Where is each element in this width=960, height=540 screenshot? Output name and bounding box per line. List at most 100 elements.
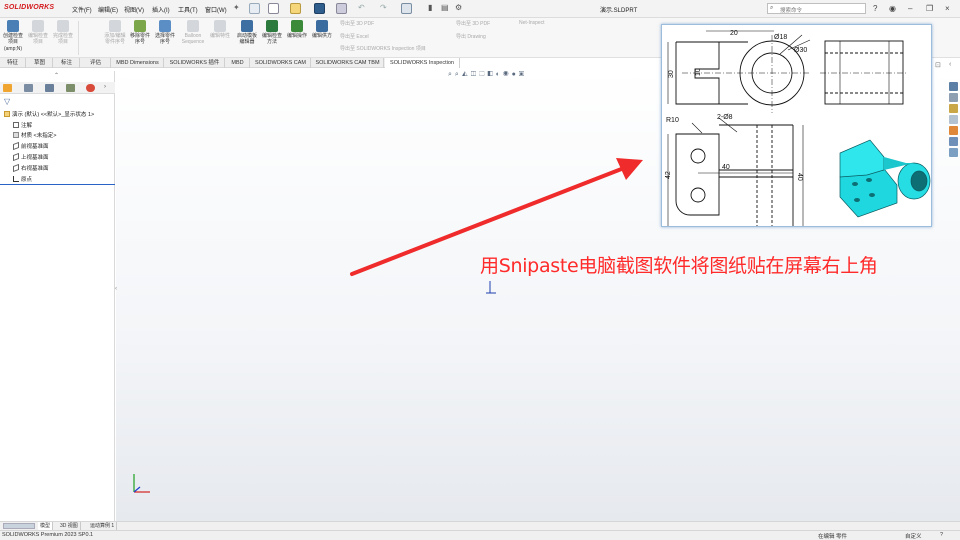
tree-item-right-plane[interactable]: 右视基准面 [13,163,49,173]
panel-splitter-icon[interactable]: ‹ [115,286,117,292]
edit-operation-button[interactable]: 编辑操作 [286,20,308,39]
tree-item-material[interactable]: 材质 <未指定> [13,131,56,139]
previous-view-icon[interactable]: ◭ [462,71,471,78]
collapse-arrow-icon[interactable]: ⌃ [54,72,59,79]
tree-item-annotations[interactable]: 注解 [13,121,32,129]
hide-show-icon[interactable]: ◉ [503,71,512,78]
filter-icon[interactable]: ▽ [4,97,10,106]
finish-inspection-project-button[interactable]: 完成检查项目 [52,20,74,45]
tab-solidworks-addins[interactable]: SOLIDWORKS 插件 [165,58,225,68]
edit-inspection-method-button[interactable]: 编辑检查方法 [261,20,283,45]
status-units[interactable]: 自定义 [905,532,922,540]
appearance-icon[interactable]: ● [512,71,519,78]
select-pointer-icon[interactable] [401,3,412,14]
balloon-sequence-button[interactable]: Balloon Sequence [180,20,206,45]
tab-markup[interactable]: 标注 [54,58,80,68]
forum-icon[interactable] [949,148,958,157]
expand-pane-icon[interactable]: ‹ [949,61,951,68]
tree-root[interactable]: 演示 (默认) <<默认>_显示状态 1> [4,110,94,118]
zoom-area-icon[interactable]: ⌕ [455,71,462,78]
design-library-icon[interactable] [949,93,958,102]
close-icon[interactable]: × [945,4,950,13]
undo-icon[interactable]: ↶ [358,3,365,12]
search-icon: ⌕ [770,5,774,11]
print-icon[interactable] [336,3,347,14]
pasted-drawing-image[interactable]: 20 Ø18 Ø30 30 10 R10 2-Ø8 40 42 40 [661,24,932,227]
user-account-icon[interactable]: ◉ [889,4,896,13]
tree-item-origin[interactable]: 原点 [13,175,32,183]
options-gear-icon[interactable]: ⚙ [455,3,462,12]
search-commands-input[interactable]: ⌕ 搜索命令 [767,3,866,14]
tab-features[interactable]: 特征 [0,58,26,68]
minimize-icon[interactable]: – [908,4,912,13]
zoom-to-fit-icon[interactable]: ⌕ [448,71,455,78]
menu-view[interactable]: 视图(V) [124,5,144,14]
balloon-select-icon [159,20,171,32]
rollback-bar[interactable] [0,184,115,185]
panel-tabs-more-icon[interactable]: › [104,84,106,90]
section-view-icon[interactable]: ◫ [471,71,479,78]
tab-solidworks-cam[interactable]: SOLIDWORKS CAM [251,58,311,68]
file-explorer-icon[interactable] [949,104,958,113]
menu-window[interactable]: 窗口(W) [205,5,227,14]
configuration-manager-tab-icon[interactable] [45,84,54,92]
export-drawing-item[interactable]: 导出 Drawing [456,33,486,40]
create-inspection-project-button[interactable]: 创建检查项目 (amp;N) [2,20,24,52]
scene-icon[interactable]: ▣ [519,71,527,78]
view-orientation-icon[interactable]: ◧ [487,71,495,78]
tab-mbd-dimensions[interactable]: MBD Dimensions [112,58,164,68]
menu-file[interactable]: 文件(F) [72,5,92,14]
home-icon[interactable] [249,3,260,14]
tab-evaluate[interactable]: 评估 [81,58,111,68]
plane-icon [13,141,19,151]
tab-mbd[interactable]: MBD [226,58,250,68]
display-style-icon[interactable]: ◐ [496,71,503,78]
property-manager-tab-icon[interactable] [24,84,33,92]
tab-solidworks-cam-tbm[interactable]: SOLIDWORKS CAM TBM [312,58,384,68]
pin-pane-icon[interactable]: ⊡ [935,61,941,69]
select-balloon-button[interactable]: 选择零件序号 [154,20,176,45]
appearances-icon[interactable] [949,126,958,135]
export-3dpdf-item-2[interactable]: 导出至 3D PDF [456,20,490,27]
tab-solidworks-inspection[interactable]: SOLIDWORKS Inspection [385,58,460,68]
dimxpert-tab-icon[interactable] [66,84,75,92]
dim-length: 40 [722,164,730,171]
restore-icon[interactable]: ❐ [926,4,933,13]
scroll-track[interactable] [3,523,35,529]
menu-tools[interactable]: 工具(T) [178,5,198,14]
net-inspect-item[interactable]: Net-Inspect [519,20,545,26]
view-palette-icon[interactable] [949,115,958,124]
tab-motion-study[interactable]: 运动算例 1 [88,522,118,530]
save-icon[interactable] [314,3,325,14]
status-help-icon[interactable]: ? [940,532,943,538]
tab-model[interactable]: 模型 [38,522,54,530]
tab-sketch[interactable]: 草图 [27,58,53,68]
rebuild-icon[interactable]: ▮ [428,3,432,12]
custom-properties-icon[interactable] [949,137,958,146]
redo-icon[interactable]: ↷ [380,3,387,12]
remove-balloon-button[interactable]: 移除零件序号 [129,20,151,45]
menu-insert[interactable]: 插入(I) [152,5,170,14]
export-excel-item[interactable]: 导出至 Excel [340,33,369,40]
export-3dpdf-item[interactable]: 导出至 3D PDF [340,20,374,27]
edit-inspection-project-button[interactable]: 编辑检查项目 [27,20,49,45]
edit-characteristic-button[interactable]: 编辑特性 [209,20,231,39]
tab-3d-views[interactable]: 3D 视图 [58,522,81,530]
new-document-icon[interactable] [268,3,279,14]
tree-item-front-plane[interactable]: 前视基准面 [13,141,49,151]
feature-manager-tab-icon[interactable] [3,84,12,92]
add-edit-balloon-button[interactable]: 添加/编辑零件序号 [104,20,126,45]
edit-vendor-button[interactable]: 编辑供方 [311,20,333,39]
export-inspection-project-item[interactable]: 导出至 SOLIDWORKS Inspection 项目 [340,45,426,52]
menu-edit[interactable]: 编辑(E) [98,5,118,14]
display-manager-tab-icon[interactable] [86,84,95,92]
tree-item-top-plane[interactable]: 上视基准面 [13,152,49,162]
solidworks-resources-icon[interactable] [949,82,958,91]
template-editor-button[interactable]: 启动模板编辑器 [236,20,258,45]
open-folder-icon[interactable] [290,3,301,14]
file-properties-icon[interactable]: ▤ [441,3,449,12]
origin-marker [486,281,496,294]
dim-height-right: 40 [796,173,803,181]
help-icon[interactable]: ? [873,4,877,13]
pin-icon[interactable]: ✦ [233,3,240,12]
